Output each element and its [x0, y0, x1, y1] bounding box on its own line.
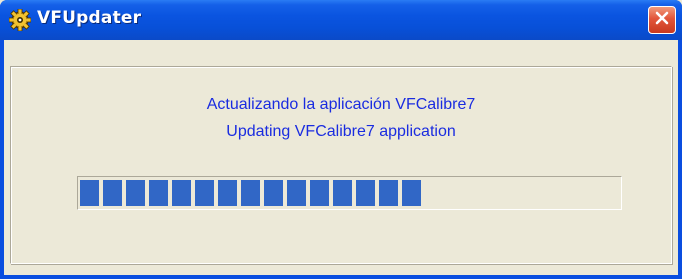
status-message-spanish: Actualizando la aplicación VFCalibre7: [206, 96, 476, 113]
progress-segment: [402, 180, 421, 206]
progress-segment: [80, 180, 99, 206]
progress-segment: [195, 180, 214, 206]
progress-segment: [103, 180, 122, 206]
title-bar[interactable]: VFUpdater: [0, 0, 682, 40]
close-icon: [654, 10, 670, 31]
updater-window: VFUpdater Actualizando la aplicación VFC…: [0, 0, 682, 279]
progress-segment: [149, 180, 168, 206]
window-client-area: Actualizando la aplicación VFCalibre7 Up…: [4, 40, 678, 275]
progress-segment: [287, 180, 306, 206]
status-panel: Actualizando la aplicación VFCalibre7 Up…: [10, 66, 672, 264]
progress-bar: [77, 176, 622, 210]
progress-segment: [172, 180, 191, 206]
window-title: VFUpdater: [37, 8, 142, 28]
progress-segment: [310, 180, 329, 206]
close-button[interactable]: [648, 6, 676, 34]
progress-segment: [126, 180, 145, 206]
progress-segment: [241, 180, 260, 206]
status-message-english: Updating VFCalibre7 application: [226, 123, 456, 140]
progress-segment: [356, 180, 375, 206]
gear-app-icon: [8, 8, 32, 32]
progress-segment: [264, 180, 283, 206]
progress-fill: [80, 180, 421, 206]
progress-segment: [333, 180, 352, 206]
progress-segment: [379, 180, 398, 206]
progress-segment: [218, 180, 237, 206]
